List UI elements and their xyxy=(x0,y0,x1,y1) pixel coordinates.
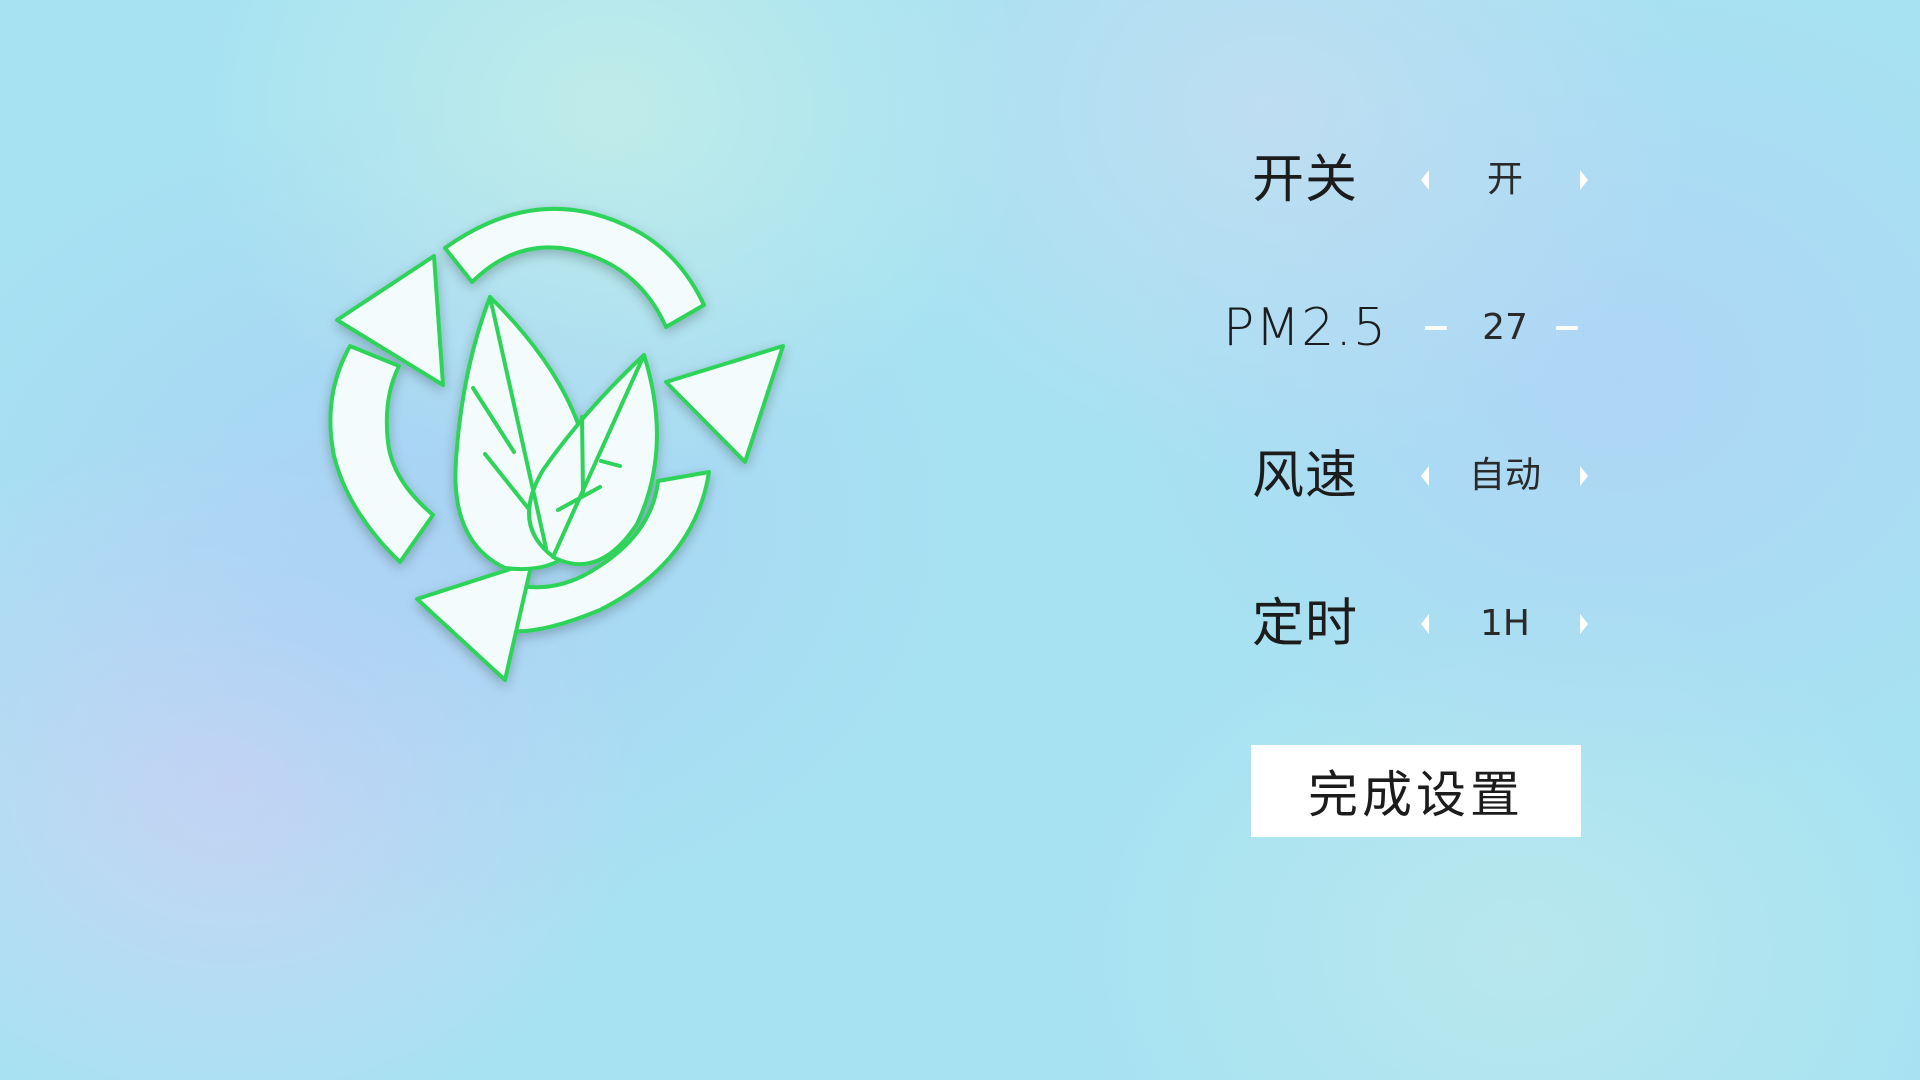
pm25-increase-icon[interactable] xyxy=(1556,326,1578,330)
fan-speed-next-arrow-icon[interactable] xyxy=(1568,462,1596,490)
logo xyxy=(300,190,840,710)
recycle-leaves-icon xyxy=(328,206,785,682)
recycle-arc-left xyxy=(328,344,435,564)
pm25-label: PM2.5 xyxy=(1223,298,1387,358)
timer-next-arrow-icon[interactable] xyxy=(1568,610,1596,638)
pm25-value: 27 xyxy=(1482,307,1528,348)
power-next-arrow-icon[interactable] xyxy=(1568,166,1596,194)
setting-row-pm25: PM2.5 27 xyxy=(1210,288,1610,368)
setting-row-fan-speed: 风速 自动 xyxy=(1210,436,1610,516)
fan-speed-label: 风速 xyxy=(1251,446,1358,506)
timer-label: 定时 xyxy=(1251,594,1358,654)
complete-settings-button[interactable]: 完成设置 xyxy=(1251,745,1581,837)
setting-row-timer: 定时 1H xyxy=(1210,584,1610,664)
recycle-arrowhead-right xyxy=(664,344,785,464)
power-label: 开关 xyxy=(1251,150,1358,210)
fan-speed-value: 自动 xyxy=(1468,455,1541,496)
setting-row-power: 开关 开 xyxy=(1210,140,1610,220)
timer-value: 1H xyxy=(1480,603,1530,644)
recycle-arrowhead-bottom xyxy=(415,560,534,682)
power-value: 开 xyxy=(1486,159,1523,200)
